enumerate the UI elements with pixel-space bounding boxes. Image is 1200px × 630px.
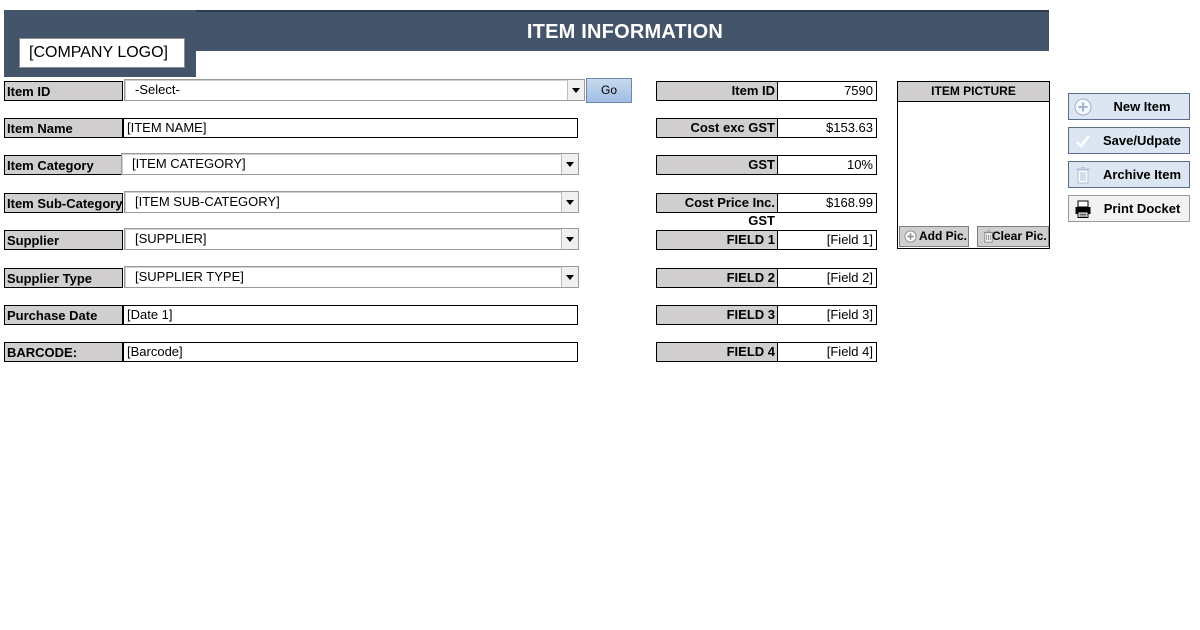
- detail-field-1-value[interactable]: [Field 1]: [778, 231, 876, 249]
- new-item-label: New Item: [1113, 99, 1171, 114]
- item-sub-category-label: Item Sub-Category: [4, 193, 123, 213]
- chevron-down-icon[interactable]: [561, 154, 578, 174]
- add-pic-label: Add Pic.: [919, 229, 968, 243]
- detail-field-2-label: FIELD 2: [657, 269, 778, 287]
- detail-field-3: FIELD 3 [Field 3]: [656, 305, 877, 325]
- supplier-select[interactable]: [SUPPLIER]: [124, 228, 579, 250]
- printer-icon: [1075, 200, 1091, 218]
- detail-item-id-label: Item ID: [657, 82, 778, 100]
- detail-gst-label: GST: [657, 156, 778, 174]
- purchase-date-field[interactable]: [Date 1]: [123, 305, 578, 325]
- item-picture-title: ITEM PICTURE: [898, 82, 1049, 102]
- save-update-label: Save/Udpate: [1102, 133, 1182, 148]
- barcode-label: BARCODE:: [4, 342, 123, 362]
- add-pic-button[interactable]: Add Pic.: [899, 226, 969, 247]
- detail-gst: GST 10%: [656, 155, 877, 175]
- detail-field-3-label: FIELD 3: [657, 306, 778, 324]
- barcode-field[interactable]: [Barcode]: [123, 342, 578, 362]
- chevron-down-icon[interactable]: [567, 80, 584, 100]
- detail-cost-inc-gst: Cost Price Inc. GST $168.99: [656, 193, 877, 228]
- detail-cost-exc-gst: Cost exc GST $153.63: [656, 118, 877, 138]
- item-picture-panel: ITEM PICTURE Add Pic. Clear Pic.: [897, 81, 1050, 249]
- page-title: ITEM INFORMATION: [526, 21, 724, 43]
- item-sub-category-select[interactable]: [ITEM SUB-CATEGORY]: [124, 191, 579, 213]
- print-docket-label: Print Docket: [1103, 201, 1181, 216]
- chevron-down-icon[interactable]: [561, 267, 578, 287]
- clear-pic-button[interactable]: Clear Pic.: [977, 226, 1049, 247]
- item-category-label: Item Category: [4, 155, 123, 175]
- detail-field-3-value[interactable]: [Field 3]: [778, 306, 876, 324]
- supplier-type-select[interactable]: [SUPPLIER TYPE]: [124, 266, 579, 288]
- go-button[interactable]: Go: [586, 78, 632, 103]
- logo-area: [COMPANY LOGO]: [4, 10, 196, 77]
- plus-circle-icon: [1074, 98, 1092, 116]
- item-id-label: Item ID: [4, 81, 123, 101]
- item-sub-category-select-value: [ITEM SUB-CATEGORY]: [135, 194, 280, 209]
- item-category-select-value: [ITEM CATEGORY]: [132, 156, 246, 171]
- detail-field-1: FIELD 1 [Field 1]: [656, 230, 877, 250]
- detail-cost-exc-gst-label: Cost exc GST: [657, 119, 778, 137]
- plus-circle-icon: [904, 230, 917, 243]
- detail-cost-inc-gst-label: Cost Price Inc. GST: [657, 194, 778, 228]
- item-id-select-value: -Select-: [135, 82, 180, 97]
- item-name-field[interactable]: [ITEM NAME]: [123, 118, 578, 138]
- detail-item-id-value[interactable]: 7590: [778, 82, 876, 100]
- purchase-date-label: Purchase Date: [4, 305, 123, 325]
- detail-field-2: FIELD 2 [Field 2]: [656, 268, 877, 288]
- save-update-button[interactable]: Save/Udpate: [1068, 127, 1190, 154]
- item-category-select[interactable]: [ITEM CATEGORY]: [121, 153, 579, 175]
- detail-gst-value[interactable]: 10%: [778, 156, 876, 174]
- detail-field-4-label: FIELD 4: [657, 343, 778, 361]
- detail-cost-inc-gst-value[interactable]: $168.99: [778, 194, 876, 212]
- supplier-select-value: [SUPPLIER]: [135, 231, 207, 246]
- detail-field-4-value[interactable]: [Field 4]: [778, 343, 876, 361]
- print-docket-button[interactable]: Print Docket: [1068, 195, 1190, 222]
- supplier-type-select-value: [SUPPLIER TYPE]: [135, 269, 244, 284]
- trash-icon: [1076, 167, 1090, 184]
- detail-item-id: Item ID 7590: [656, 81, 877, 101]
- detail-cost-exc-gst-value[interactable]: $153.63: [778, 119, 876, 137]
- supplier-type-label: Supplier Type: [4, 268, 123, 288]
- detail-field-4: FIELD 4 [Field 4]: [656, 342, 877, 362]
- detail-field-2-value[interactable]: [Field 2]: [778, 269, 876, 287]
- archive-item-button[interactable]: Archive Item: [1068, 161, 1190, 188]
- archive-item-label: Archive Item: [1102, 167, 1182, 182]
- checkmark-icon: [1076, 135, 1090, 148]
- company-logo: [COMPANY LOGO]: [19, 38, 185, 68]
- item-id-select[interactable]: -Select-: [124, 79, 585, 101]
- supplier-label: Supplier: [4, 230, 123, 250]
- chevron-down-icon[interactable]: [561, 229, 578, 249]
- item-name-label: Item Name: [4, 118, 123, 138]
- new-item-button[interactable]: New Item: [1068, 93, 1190, 120]
- clear-pic-label: Clear Pic.: [992, 229, 1047, 243]
- detail-field-1-label: FIELD 1: [657, 231, 778, 249]
- chevron-down-icon[interactable]: [561, 192, 578, 212]
